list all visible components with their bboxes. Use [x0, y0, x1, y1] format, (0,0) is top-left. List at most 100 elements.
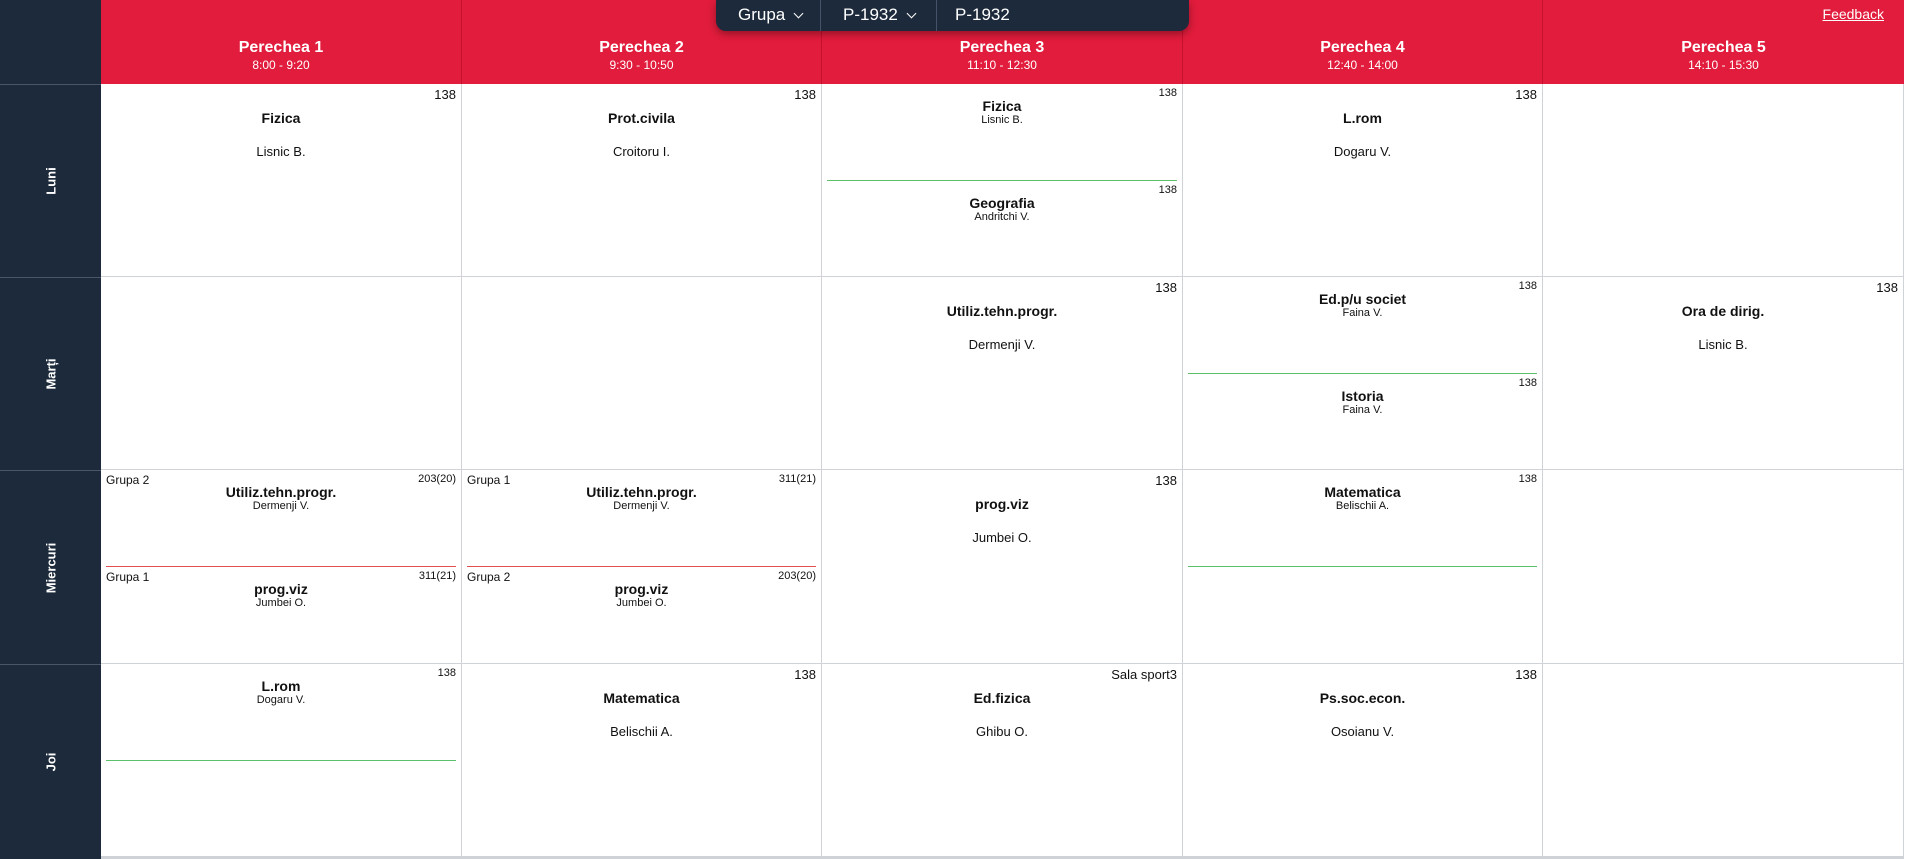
lesson-cell-marti-p4[interactable]: 138 Ed.p/u societ Faina V. 138 Istoria F… [1183, 277, 1543, 470]
selector-bar: Grupa P-1932 P-1932 [716, 0, 1189, 31]
subject-name: L.rom [261, 678, 301, 694]
day-label: Miercuri [43, 542, 58, 593]
day-row-header-miercuri: Miercuri [0, 470, 101, 664]
lesson-cell-marti-p3[interactable]: 138 Utiliz.tehn.progr. Dermenji V. [822, 277, 1183, 470]
room-number: 138 [1515, 87, 1537, 102]
lesson-cell-joi-p4[interactable]: 138 Ps.soc.econ. Osoianu V. [1183, 664, 1543, 857]
lesson-half-bottom: 138 Istoria Faina V. [1183, 374, 1542, 470]
lesson-cell-joi-p5-empty [1543, 664, 1904, 857]
lesson-half-bottom: Grupa 1 311(21) prog.viz Jumbei O. [101, 567, 461, 663]
day-label: Joi [43, 752, 58, 772]
subject-name: Ora de dirig. [1681, 303, 1765, 319]
group-dropdown[interactable]: P-1932 [821, 0, 937, 31]
teacher-name: Belischii A. [610, 724, 673, 739]
period-name: Perechea 4 [1320, 39, 1405, 56]
teacher-name: Jumbei O. [972, 530, 1032, 545]
lesson-cell-miercuri-p2[interactable]: Grupa 1 311(21) Utiliz.tehn.progr. Derme… [462, 470, 822, 664]
lesson-cell-luni-p3[interactable]: 138 Fizica Lisnic B. 138 Geografia Andri… [822, 84, 1183, 277]
lesson-half-top: 138 Matematica Belischii A. [1183, 470, 1542, 566]
room-number: 138 [1155, 473, 1177, 488]
period-time: 9:30 - 10:50 [609, 58, 674, 72]
teacher-name: Jumbei O. [255, 597, 307, 609]
lesson-cell-marti-p1-empty [101, 277, 462, 470]
lesson-cell-joi-p2[interactable]: 138 Matematica Belischii A. [462, 664, 822, 857]
lesson-cell-luni-p4[interactable]: 138 L.rom Dogaru V. [1183, 84, 1543, 277]
teacher-name: Lisnic B. [981, 114, 1023, 126]
chevron-down-icon [793, 8, 804, 19]
teacher-name: Lisnic B. [256, 144, 306, 159]
period-time: 14:10 - 15:30 [1688, 58, 1759, 72]
subject-name: Istoria [1341, 388, 1384, 404]
teacher-name: Dermenji V. [968, 337, 1036, 352]
room-number: Sala sport3 [1111, 667, 1177, 682]
current-selection-label: P-1932 [955, 5, 1010, 24]
teacher-name: Jumbei O. [616, 597, 667, 609]
lesson-cell-luni-p2[interactable]: 138 Prot.civila Croitoru I. [462, 84, 822, 277]
lesson-cell-miercuri-p1[interactable]: Grupa 2 203(20) Utiliz.tehn.progr. Derme… [101, 470, 462, 664]
lesson-half-top: 138 Ed.p/u societ Faina V. [1183, 277, 1542, 373]
lesson-cell-joi-p3[interactable]: Sala sport3 Ed.fizica Ghibu O. [822, 664, 1183, 857]
teacher-name: Dermenji V. [613, 500, 670, 512]
subject-name: prog.viz [614, 581, 669, 597]
period-header-1: Perechea 1 8:00 - 9:20 [101, 0, 462, 84]
subject-name: Prot.civila [608, 110, 675, 126]
teacher-name: Dogaru V. [256, 694, 306, 706]
lesson-cell-luni-p5-empty [1543, 84, 1904, 277]
current-selection: P-1932 [937, 0, 1189, 31]
lesson-half-top: 138 Fizica Lisnic B. [822, 84, 1182, 180]
lesson-cell-joi-p1[interactable]: 138 L.rom Dogaru V. [101, 664, 462, 857]
lesson-cell-luni-p1[interactable]: 138 Fizica Lisnic B. [101, 84, 462, 277]
teacher-name: Dermenji V. [252, 500, 310, 512]
lesson-half-bottom: Grupa 2 203(20) prog.viz Jumbei O. [462, 567, 821, 663]
period-header-4: Perechea 4 12:40 - 14:00 [1183, 0, 1543, 84]
subject-name: Utiliz.tehn.progr. [586, 484, 697, 500]
day-row-header-marti: Marți [0, 277, 101, 470]
week-separator [1188, 566, 1537, 567]
lesson-cell-miercuri-p4[interactable]: 138 Matematica Belischii A. [1183, 470, 1543, 664]
room-number: 138 [1876, 280, 1898, 295]
period-name: Perechea 1 [238, 39, 324, 56]
subject-name: Utiliz.tehn.progr. [946, 303, 1058, 319]
teacher-name: Faina V. [1342, 404, 1383, 416]
room-number: 138 [1515, 667, 1537, 682]
lesson-half-bottom: 138 Geografia Andritchi V. [822, 181, 1182, 277]
teacher-name: Faina V. [1342, 307, 1383, 319]
subject-name: Ed.p/u societ [1318, 291, 1407, 307]
subject-name: prog.viz [254, 581, 308, 597]
teacher-name: Belischii A. [1335, 500, 1390, 512]
lesson-cell-miercuri-p3[interactable]: 138 prog.viz Jumbei O. [822, 470, 1183, 664]
week-separator [106, 760, 456, 761]
period-name: Perechea 2 [599, 39, 684, 56]
teacher-name: Dogaru V. [1333, 144, 1392, 159]
subject-name: Utiliz.tehn.progr. [225, 484, 337, 500]
day-row-header-joi: Joi [0, 664, 101, 859]
day-label: Luni [43, 167, 58, 195]
subject-name: Ed.fizica [973, 690, 1031, 706]
period-time: 11:10 - 12:30 [967, 58, 1037, 72]
subject-name: Ps.soc.econ. [1319, 690, 1406, 706]
period-time: 8:00 - 9:20 [252, 58, 310, 72]
feedback-link[interactable]: Feedback [1823, 6, 1884, 22]
period-name: Perechea 5 [1681, 39, 1766, 56]
right-edge [1904, 0, 1910, 84]
day-label: Marți [43, 358, 58, 390]
subject-name: Fizica [982, 98, 1022, 114]
room-number: 138 [434, 87, 456, 102]
chevron-down-icon [906, 8, 917, 19]
subject-name: Matematica [1324, 484, 1401, 500]
lesson-cell-marti-p5[interactable]: 138 Ora de dirig. Lisnic B. [1543, 277, 1904, 470]
type-dropdown[interactable]: Grupa [716, 0, 821, 31]
lesson-half-top: Grupa 2 203(20) Utiliz.tehn.progr. Derme… [101, 470, 461, 566]
lesson-cell-marti-p2-empty [462, 277, 822, 470]
teacher-name: Lisnic B. [1698, 337, 1748, 352]
period-time: 12:40 - 14:00 [1327, 58, 1398, 72]
lesson-half-top: 138 L.rom Dogaru V. [101, 664, 461, 760]
teacher-name: Ghibu O. [975, 724, 1029, 739]
day-row-header-luni: Luni [0, 84, 101, 277]
teacher-name: Osoianu V. [1330, 724, 1395, 739]
room-number: 138 [1155, 280, 1177, 295]
teacher-name: Croitoru I. [612, 144, 671, 159]
subject-name: Matematica [603, 690, 680, 706]
timetable-page: Perechea 1 8:00 - 9:20 Perechea 2 9:30 -… [0, 0, 1910, 859]
header-corner [0, 0, 101, 84]
